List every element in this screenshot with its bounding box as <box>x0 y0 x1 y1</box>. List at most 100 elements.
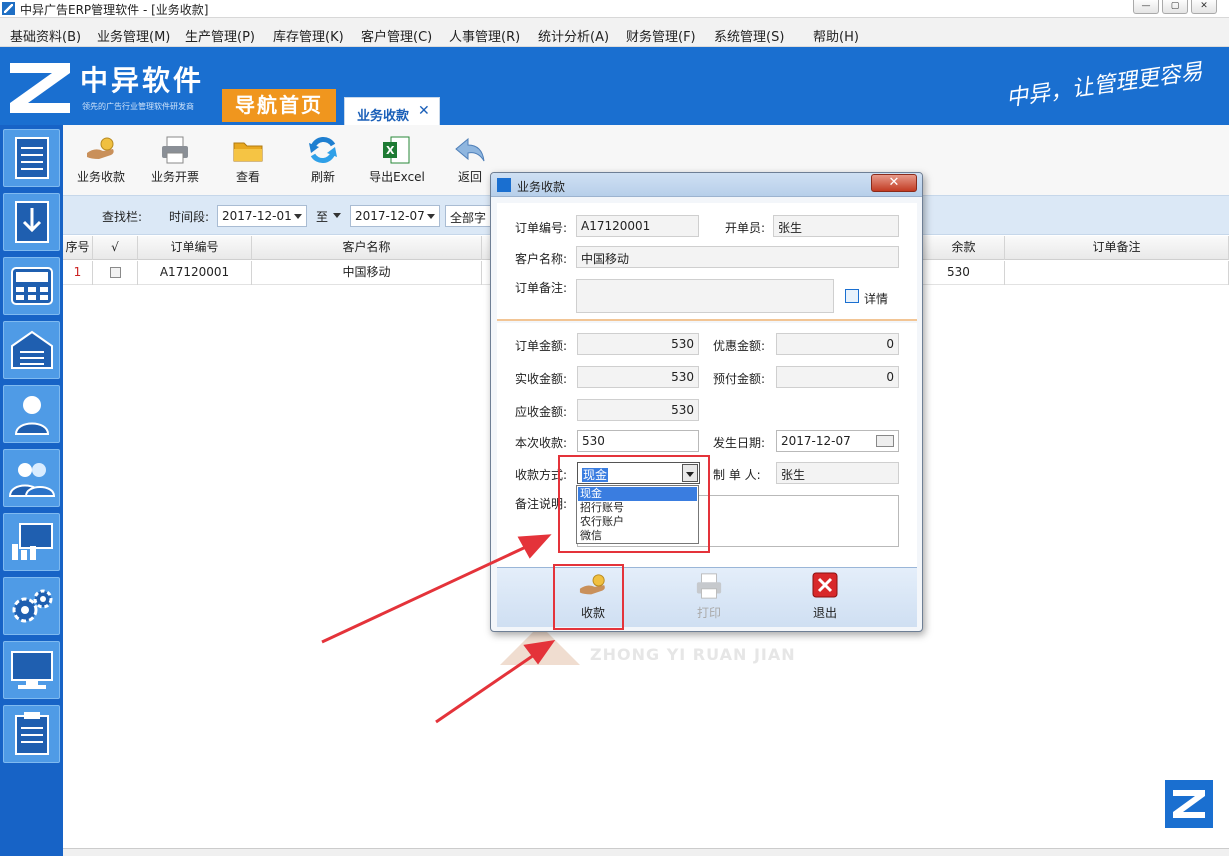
col-index[interactable]: 序号 <box>63 236 93 260</box>
nav-document-icon[interactable] <box>3 129 60 187</box>
order-remark-label: 订单备注: <box>515 281 568 295</box>
maker-label: 制 单 人: <box>713 468 761 482</box>
receivable-label: 应收金额: <box>515 405 568 419</box>
nav-import-icon[interactable] <box>3 193 60 251</box>
nav-monitor-icon[interactable] <box>3 641 60 699</box>
menu-production[interactable]: 生产管理(P) <box>185 26 255 45</box>
period-label: 时间段: <box>169 210 210 224</box>
col-balance[interactable]: 余款 <box>923 236 1005 260</box>
col-customer[interactable]: 客户名称 <box>252 236 482 260</box>
refresh-button[interactable]: 刷新 <box>287 135 359 191</box>
menu-statistics[interactable]: 统计分析(A) <box>538 26 609 45</box>
chevron-down-icon <box>427 214 435 219</box>
customer-field: 中国移动 <box>576 246 899 268</box>
received-label: 实收金额: <box>515 372 568 386</box>
issue-invoice-label: 业务开票 <box>150 170 199 184</box>
back-arrow-icon <box>455 137 485 162</box>
exit-label: 退出 <box>812 606 837 620</box>
tab-close-icon[interactable]: ✕ <box>418 103 430 119</box>
discount-label: 优惠金额: <box>713 339 766 353</box>
exit-button[interactable]: 退出 <box>793 572 857 624</box>
watermark-text: ZHONG YI RUAN JIAN <box>590 645 796 664</box>
customer-label: 客户名称: <box>515 252 568 266</box>
svg-text:X: X <box>386 144 395 157</box>
dialog-titlebar: 业务收款 ✕ <box>491 173 922 197</box>
collect-payment-button[interactable]: 业务收款 <box>65 135 137 191</box>
details-icon[interactable] <box>845 289 859 303</box>
date-picker[interactable]: 2017-12-07 <box>776 430 899 452</box>
calendar-icon[interactable] <box>876 435 894 447</box>
nav-user-icon[interactable] <box>3 385 60 443</box>
prepaid-label: 预付金额: <box>713 372 766 386</box>
app-header: 中异软件 领先的广告行业管理软件研发商 导航首页 业务收款 ✕ 中异，让管理更容… <box>0 47 1229 125</box>
export-excel-label: 导出Excel <box>369 170 425 184</box>
slogan: 中异，让管理更容易 <box>1004 59 1205 112</box>
maximize-button[interactable]: ▢ <box>1162 0 1188 14</box>
printer-icon <box>696 573 722 599</box>
view-label: 查看 <box>235 170 260 184</box>
discount-field: 0 <box>776 333 899 355</box>
nav-calculator-icon[interactable] <box>3 257 60 315</box>
menu-finance[interactable]: 财务管理(F) <box>626 26 696 45</box>
order-remark-field <box>576 279 834 313</box>
nav-settings-icon[interactable] <box>3 577 60 635</box>
folder-icon <box>233 142 263 162</box>
issuer-field: 张生 <box>773 215 899 237</box>
window-title: 中异广告ERP管理软件 - [业务收款] <box>20 3 209 17</box>
print-button[interactable]: 打印 <box>677 572 741 624</box>
view-button[interactable]: 查看 <box>212 135 284 191</box>
app-icon <box>2 2 15 15</box>
highlight-box-collect <box>553 564 624 630</box>
export-excel-button[interactable]: X 导出Excel <box>361 135 433 191</box>
receivable-field: 530 <box>577 399 699 421</box>
date-from-value: 2017-12-01 <box>222 209 292 223</box>
maker-field: 张生 <box>776 462 899 484</box>
order-no-field: A17120001 <box>576 215 699 237</box>
minimize-button[interactable]: — <box>1133 0 1159 14</box>
order-no-label: 订单编号: <box>515 221 568 235</box>
tab-home[interactable]: 导航首页 <box>222 89 336 122</box>
issue-invoice-button[interactable]: 业务开票 <box>139 135 211 191</box>
col-remark[interactable]: 订单备注 <box>1005 236 1229 260</box>
chevron-down-icon[interactable] <box>333 213 341 218</box>
dialog-logo-icon <box>497 178 511 192</box>
received-field: 530 <box>577 366 699 388</box>
date-value: 2017-12-07 <box>781 434 851 448</box>
collect-payment-label: 业务收款 <box>76 170 125 184</box>
menu-business[interactable]: 业务管理(M) <box>97 26 170 45</box>
menu-customers[interactable]: 客户管理(C) <box>361 26 432 45</box>
nav-group-icon[interactable] <box>3 449 60 507</box>
dialog-close-button[interactable]: ✕ <box>871 174 917 192</box>
hand-money-icon <box>87 137 114 159</box>
date-label: 发生日期: <box>713 436 766 450</box>
window-titlebar: 中异广告ERP管理软件 - [业务收款] — ▢ ✕ <box>0 0 1229 18</box>
menu-inventory[interactable]: 库存管理(K) <box>273 26 344 45</box>
to-label: 至 <box>316 210 329 224</box>
col-check[interactable]: √ <box>93 236 138 260</box>
row-checkbox[interactable] <box>93 261 138 285</box>
corner-logo-icon <box>1165 780 1213 828</box>
menu-system[interactable]: 系统管理(S) <box>714 26 784 45</box>
nav-clipboard-icon[interactable] <box>3 705 60 763</box>
logo-text: 中异软件 <box>80 64 205 97</box>
date-to-select[interactable]: 2017-12-07 <box>350 205 440 227</box>
this-payment-input[interactable]: 530 <box>577 430 699 452</box>
col-order-no[interactable]: 订单编号 <box>138 236 252 260</box>
nav-chart-icon[interactable] <box>3 513 60 571</box>
tab-label: 业务收款 <box>357 109 410 124</box>
nav-warehouse-icon[interactable] <box>3 321 60 379</box>
excel-icon: X <box>383 136 410 164</box>
details-link[interactable]: 详情 <box>864 290 888 307</box>
this-payment-label: 本次收款: <box>515 436 568 450</box>
issuer-label: 开单员: <box>725 221 766 235</box>
menu-basic-data[interactable]: 基础资料(B) <box>10 26 81 45</box>
chevron-down-icon <box>294 214 302 219</box>
field-select[interactable]: 全部字段 <box>445 205 495 227</box>
window-close-button[interactable]: ✕ <box>1191 0 1217 14</box>
menu-hr[interactable]: 人事管理(R) <box>449 26 520 45</box>
prepaid-field: 0 <box>776 366 899 388</box>
date-from-select[interactable]: 2017-12-01 <box>217 205 307 227</box>
tab-business-collection[interactable]: 业务收款 ✕ <box>344 97 440 125</box>
collection-dialog: 业务收款 ✕ 订单编号: A17120001 开单员: 张生 客户名称: 中国移… <box>490 172 923 632</box>
menu-help[interactable]: 帮助(H) <box>813 26 859 45</box>
